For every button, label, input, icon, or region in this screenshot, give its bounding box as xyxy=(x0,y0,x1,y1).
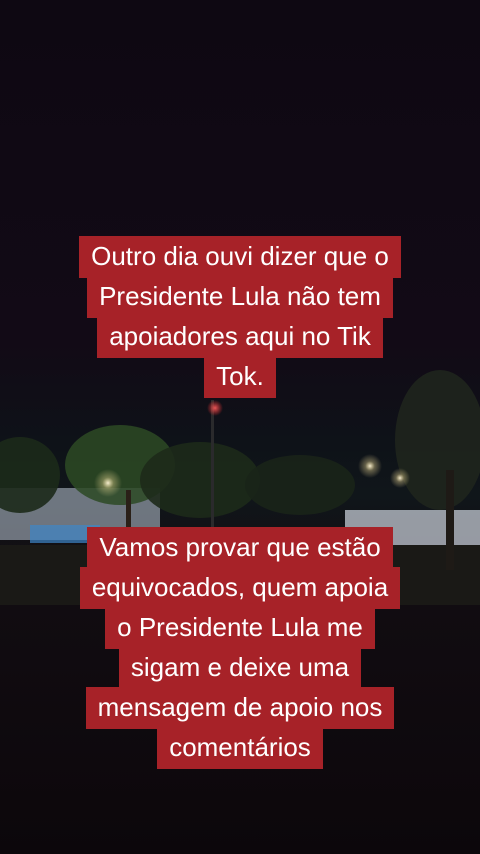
caption-line: equivocados, quem apoia xyxy=(79,567,401,609)
caption-line: Outro dia ouvi dizer que o xyxy=(79,236,401,278)
caption-line: comentários xyxy=(157,727,323,769)
bottom-caption: Vamos provar que estão equivocados, quem… xyxy=(0,527,480,769)
caption-line: sigam e deixe uma xyxy=(118,647,362,689)
caption-line: Vamos provar que estão xyxy=(87,527,393,569)
caption-line: o Presidente Lula me xyxy=(105,607,375,649)
caption-line: Presidente Lula não tem xyxy=(87,276,393,318)
caption-line: apoiadores aqui no Tik xyxy=(97,316,383,358)
top-caption: Outro dia ouvi dizer que o Presidente Lu… xyxy=(0,236,480,398)
caption-line: mensagem de apoio nos xyxy=(85,687,395,729)
caption-line: Tok. xyxy=(204,356,276,398)
